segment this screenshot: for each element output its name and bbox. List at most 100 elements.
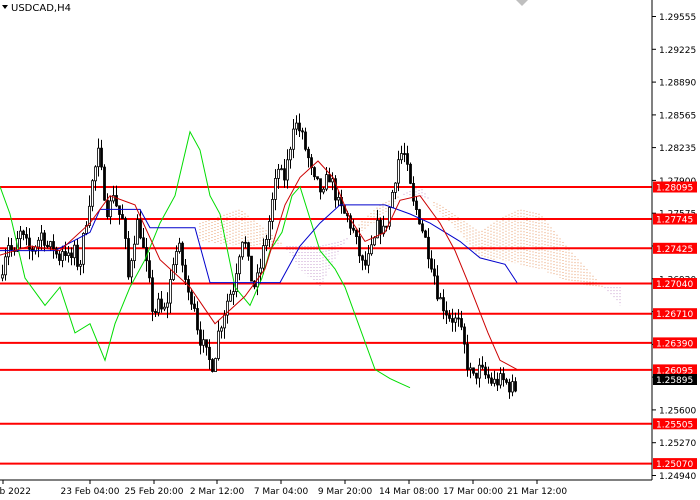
level-label: 1.26710 bbox=[656, 310, 693, 320]
level-label: 1.27425 bbox=[656, 245, 693, 255]
candle-bull bbox=[157, 298, 160, 314]
candle-bear bbox=[487, 374, 490, 379]
candle-bear bbox=[211, 359, 214, 372]
price-tick-label: 1.25270 bbox=[659, 439, 696, 449]
chart-title: USDCAD,H4 bbox=[11, 3, 71, 14]
candle-bull bbox=[262, 245, 265, 269]
candle-bull bbox=[223, 314, 226, 329]
candle-bear bbox=[409, 163, 412, 184]
candle-bear bbox=[25, 234, 28, 239]
candle-bear bbox=[379, 219, 382, 235]
candle-bear bbox=[304, 131, 307, 150]
candle-bear bbox=[466, 343, 469, 370]
candle-bull bbox=[169, 279, 172, 304]
candle-bear bbox=[505, 379, 508, 383]
candle-bear bbox=[475, 372, 478, 379]
candle-bear bbox=[139, 219, 142, 239]
candle-bull bbox=[286, 159, 289, 181]
candle-bear bbox=[199, 329, 202, 346]
candle-bull bbox=[61, 251, 64, 261]
candle-bull bbox=[133, 243, 136, 261]
candle-bull bbox=[280, 168, 283, 171]
candle-bear bbox=[115, 195, 118, 207]
price-tick-label: 1.25600 bbox=[659, 406, 696, 416]
candle-bull bbox=[109, 200, 112, 218]
level-label: 1.28095 bbox=[656, 184, 693, 194]
candle-bear bbox=[58, 253, 61, 261]
candle-bear bbox=[445, 310, 448, 316]
current-price-label: 1.25895 bbox=[656, 376, 693, 386]
candle-bull bbox=[238, 256, 241, 275]
candle-bull bbox=[271, 198, 274, 222]
candle-bear bbox=[436, 275, 439, 300]
candle-bull bbox=[229, 293, 232, 302]
candle-bear bbox=[433, 268, 436, 277]
candle-bull bbox=[79, 263, 82, 267]
candle-bull bbox=[337, 196, 340, 201]
candle-bear bbox=[52, 241, 55, 249]
candle-bull bbox=[1, 274, 4, 279]
time-tick-label: 23 Feb 04:00 bbox=[60, 487, 119, 497]
candle-bear bbox=[307, 148, 310, 159]
price-chart[interactable]: 1.295551.292251.288901.285651.282351.279… bbox=[0, 0, 700, 500]
candle-bear bbox=[472, 367, 475, 374]
candle-bear bbox=[250, 255, 253, 282]
candle-bull bbox=[82, 232, 85, 265]
candle-bull bbox=[217, 330, 220, 359]
time-tick-label: 14 Mar 08:00 bbox=[379, 487, 439, 497]
candle-bull bbox=[367, 253, 370, 266]
candle-bear bbox=[424, 230, 427, 238]
candle-bear bbox=[28, 237, 31, 250]
level-label: 1.27745 bbox=[656, 216, 693, 226]
candle-bear bbox=[151, 277, 154, 312]
price-tick-label: 1.29225 bbox=[659, 46, 696, 56]
candle-bear bbox=[412, 182, 415, 202]
candle-bull bbox=[454, 317, 457, 323]
candle-bear bbox=[481, 364, 484, 368]
candle-bull bbox=[397, 159, 400, 184]
candle-bull bbox=[400, 153, 403, 161]
candle-bull bbox=[136, 219, 139, 245]
time-tick-label: 2 Mar 12:00 bbox=[190, 487, 245, 497]
candle-bull bbox=[241, 241, 244, 258]
candle-bear bbox=[403, 153, 406, 155]
plot-area bbox=[0, 0, 652, 480]
candle-bear bbox=[100, 147, 103, 168]
candle-bear bbox=[106, 199, 109, 218]
candle-bear bbox=[103, 166, 106, 201]
candle-bear bbox=[361, 255, 364, 261]
candle-bear bbox=[121, 214, 124, 220]
candle-bull bbox=[49, 241, 52, 248]
candle-bull bbox=[214, 358, 217, 373]
price-tick-label: 1.29555 bbox=[659, 13, 696, 23]
price-tick-label: 1.28565 bbox=[659, 111, 696, 121]
candle-bull bbox=[220, 327, 223, 332]
candle-bear bbox=[193, 303, 196, 309]
candle-bull bbox=[259, 267, 262, 274]
candle-bear bbox=[190, 291, 193, 305]
candle-bear bbox=[184, 264, 187, 280]
candle-bull bbox=[499, 373, 502, 386]
price-tick-label: 1.24940 bbox=[659, 472, 696, 482]
level-label: 1.25505 bbox=[656, 420, 693, 430]
level-labels: 1.28095 1.27745 1.27425 1.27040 1.26710 1.263… bbox=[653, 181, 697, 470]
candle-bull bbox=[91, 180, 94, 207]
level-label: 1.27040 bbox=[656, 280, 693, 290]
time-tick-label: 7 Mar 04:00 bbox=[254, 487, 309, 497]
candle-bear bbox=[313, 167, 316, 178]
candle-bull bbox=[277, 168, 280, 179]
candle-bear bbox=[298, 122, 301, 132]
candle-bull bbox=[19, 230, 22, 240]
candle-bull bbox=[94, 166, 97, 182]
candle-bear bbox=[328, 174, 331, 183]
candle-bull bbox=[7, 245, 10, 258]
candle-bear bbox=[244, 241, 247, 244]
candle-bear bbox=[463, 326, 466, 345]
candle-bull bbox=[295, 122, 298, 130]
candle-bear bbox=[43, 232, 46, 246]
candle-bear bbox=[451, 318, 454, 323]
candle-bear bbox=[208, 346, 211, 360]
candle-bear bbox=[355, 229, 358, 237]
candle-bull bbox=[130, 260, 133, 278]
candle-bull bbox=[268, 220, 271, 240]
